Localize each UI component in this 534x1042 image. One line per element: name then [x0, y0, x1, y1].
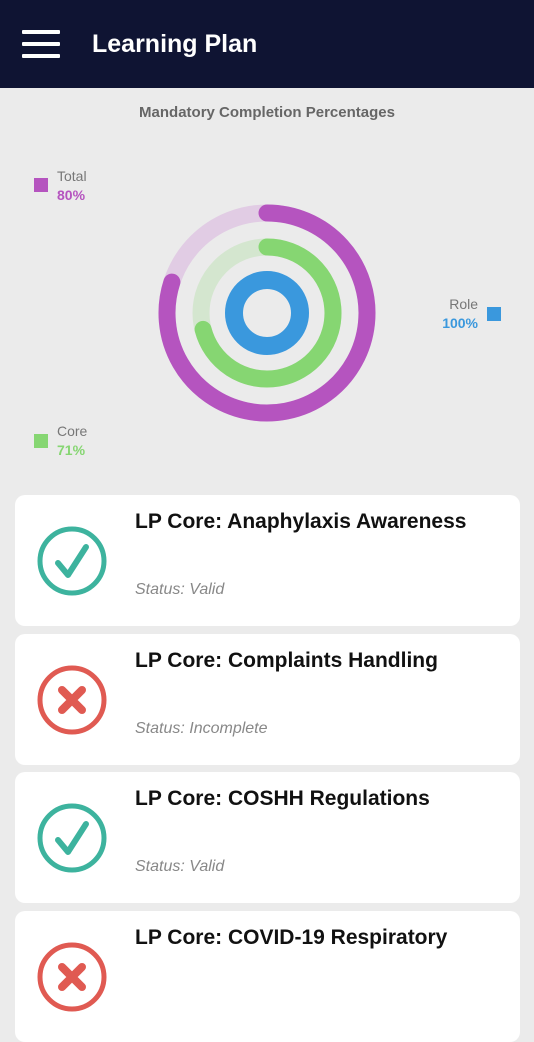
legend-core-value: 71% — [57, 442, 86, 458]
completion-chart: Mandatory Completion Percentages Total 8… — [0, 88, 534, 488]
course-title: LP Core: Complaints Handling — [135, 649, 438, 672]
x-circle-icon — [37, 665, 107, 735]
page-title: Learning Plan — [92, 30, 258, 58]
legend-core-name: Core — [57, 423, 88, 439]
legend-total-value: 80% — [57, 187, 86, 203]
ring-bar-role — [225, 271, 309, 355]
legend-total-swatch — [34, 178, 48, 192]
course-card[interactable]: LP Core: Complaints Handling Status: Inc… — [15, 634, 520, 765]
course-title: LP Core: COSHH Regulations — [135, 787, 430, 810]
x-circle-icon — [37, 942, 107, 1012]
course-title: LP Core: Anaphylaxis Awareness — [135, 510, 467, 533]
check-circle-icon — [37, 526, 107, 596]
legend-core-swatch — [34, 434, 48, 448]
hamburger-menu-icon[interactable] — [22, 30, 60, 58]
check-circle-icon — [37, 803, 107, 873]
course-card[interactable]: LP Core: COSHH Regulations Status: Valid — [15, 772, 520, 903]
course-status: Status: Valid — [135, 858, 225, 875]
legend-role-name: Role — [449, 296, 478, 312]
legend-role-value: 100% — [442, 315, 478, 331]
course-status: Status: Valid — [135, 581, 225, 598]
course-title: LP Core: COVID-19 Respiratory — [135, 926, 448, 949]
course-card[interactable]: LP Core: COVID-19 Respiratory — [15, 911, 520, 1042]
course-status: Status: Incomplete — [135, 720, 268, 737]
app-header: Learning Plan — [0, 0, 534, 88]
legend-total-name: Total — [57, 168, 87, 184]
legend-role-swatch — [487, 307, 501, 321]
legend-role: Role 100% — [430, 296, 502, 336]
course-card[interactable]: LP Core: Anaphylaxis Awareness Status: V… — [15, 495, 520, 626]
